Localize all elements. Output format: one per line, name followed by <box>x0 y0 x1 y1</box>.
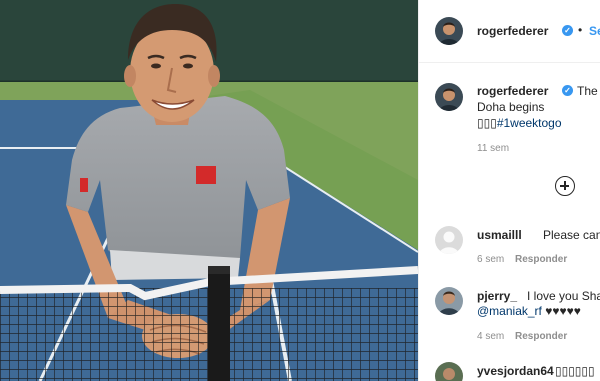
caption-text-line2: Doha begins <box>477 100 545 114</box>
caption-hashtag[interactable]: #1weektogo <box>497 116 562 130</box>
separator-dot: • <box>578 23 583 37</box>
comment-username[interactable]: yvesjordan64 <box>477 364 554 378</box>
caption-username[interactable]: rogerfederer <box>477 84 548 98</box>
follow-button[interactable]: Seguir <box>589 24 600 38</box>
caption-text-line1: The co <box>577 84 600 98</box>
post-photo[interactable] <box>0 0 418 381</box>
default-avatar-icon <box>435 226 463 254</box>
caption-text-line3: ▯▯▯#1weektogo <box>477 115 562 131</box>
instagram-post: rogerfederer ✓ • Seguir rogerfederer ✓ T… <box>0 0 600 381</box>
comment-avatar[interactable] <box>435 362 463 381</box>
comment-timestamp[interactable]: 6 sem <box>477 254 504 265</box>
reply-button[interactable]: Responder <box>515 254 567 265</box>
comment-username[interactable]: pjerry_ <box>477 289 517 303</box>
user-avatar-icon <box>435 362 463 381</box>
caption-timestamp[interactable]: 11 sem <box>477 143 509 154</box>
comment-text-line2: @maniak_rf ♥♥♥♥♥ <box>477 303 581 319</box>
author-avatar-icon <box>435 17 463 45</box>
caption-avatar[interactable] <box>435 83 463 111</box>
tennis-photo-illustration <box>0 0 418 381</box>
author-username[interactable]: rogerfederer <box>477 24 548 38</box>
caption-verified-icon: ✓ <box>562 85 573 96</box>
comment-timestamp[interactable]: 4 sem <box>477 331 504 342</box>
comment-text: ▯▯▯▯▯▯ <box>555 364 595 378</box>
user-avatar-icon <box>435 287 463 315</box>
comment-text: Please can you <box>543 228 600 242</box>
load-more-comments-icon[interactable] <box>555 176 575 196</box>
post-header: rogerfederer ✓ • Seguir <box>419 0 600 63</box>
reply-button[interactable]: Responder <box>515 331 567 342</box>
comment-avatar[interactable] <box>435 287 463 315</box>
caption-avatar-icon <box>435 83 463 111</box>
comment-text: I love you Shag <box>527 289 600 303</box>
comment-username[interactable]: usmailll <box>477 228 522 242</box>
comments-panel: rogerfederer ✓ • Seguir rogerfederer ✓ T… <box>418 0 600 381</box>
avatar[interactable] <box>435 17 463 45</box>
comment-avatar[interactable] <box>435 226 463 254</box>
comment-mention[interactable]: @maniak_rf <box>477 304 542 318</box>
comment-hearts: ♥♥♥♥♥ <box>545 304 581 318</box>
caption-emoji: ▯▯▯ <box>477 116 497 130</box>
verified-badge-icon: ✓ <box>562 25 573 36</box>
